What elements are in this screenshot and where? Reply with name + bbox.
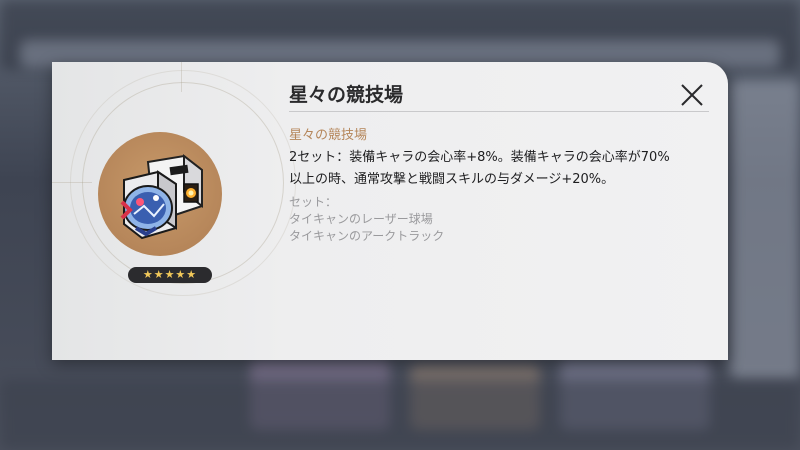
relic-planar-icon [120, 153, 203, 240]
set-members: セット： タイキャンのレーザー球場 タイキャンのアークトラック [289, 194, 444, 245]
effect-line: 2セット：装備キャラの会心率+8%。装備キャラの会心率が70% [289, 150, 670, 165]
rarity-stars: ★★★★★ [128, 267, 212, 283]
set-member-item: タイキャンのアークトラック [289, 229, 445, 243]
set-name: 星々の競技場 [289, 128, 368, 143]
set-effect-description: 2セット：装備キャラの会心率+8%。装備キャラの会心率が70% 以上の時、通常攻… [289, 147, 719, 191]
item-title: 星々の競技場 [289, 84, 404, 106]
effect-line: 以上の時、通常攻撃と戦闘スキルの与ダメージ+20%。 [289, 172, 615, 187]
relic-detail-dialog: ★★★★★ 星々の競技場 星々の競技場 2セット：装備キャラの会心率+8%。装備… [52, 62, 728, 360]
decorative-line [181, 62, 182, 92]
set-label: セット： [289, 195, 338, 209]
decorative-line [52, 182, 92, 183]
divider [289, 111, 709, 112]
set-member-item: タイキャンのレーザー球場 [289, 212, 433, 226]
close-icon[interactable] [679, 82, 705, 108]
